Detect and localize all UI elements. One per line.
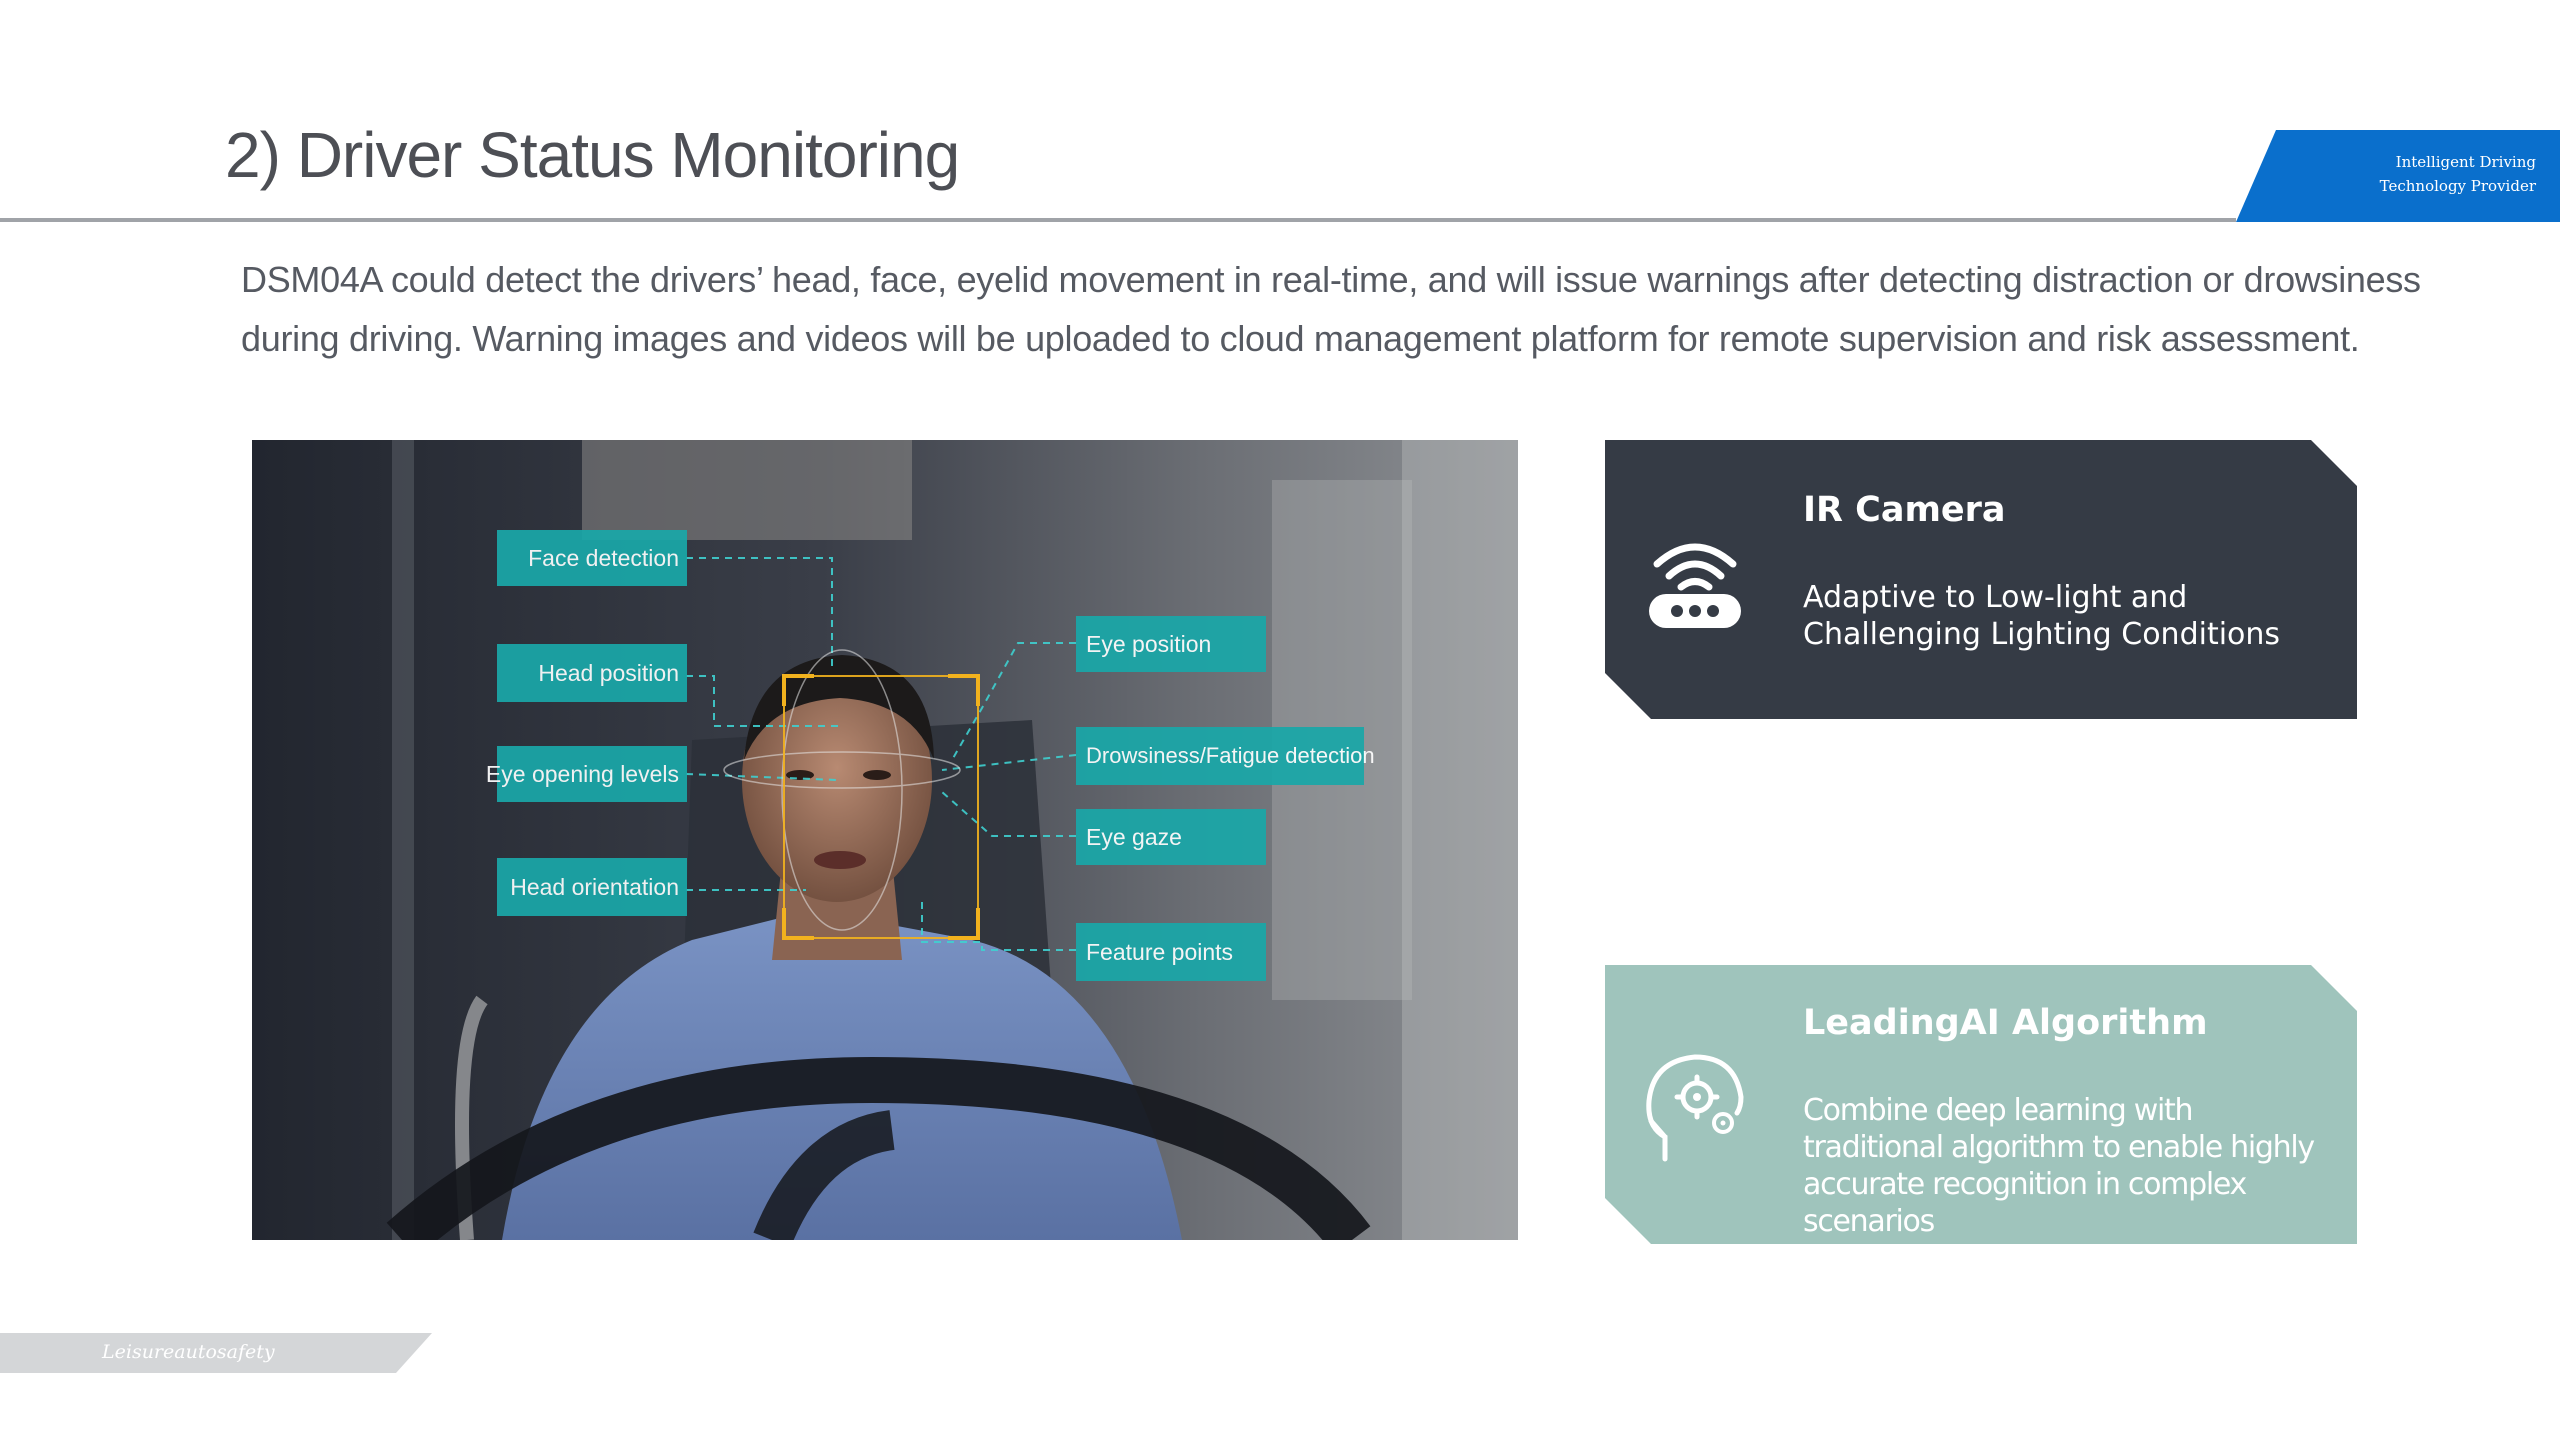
driver-photo-illustration [252,440,1518,1240]
footer-brand-tab: Leisureautosafety [0,1333,432,1373]
wifi-camera-icon [1647,530,1743,634]
tag-head-position: Head position [497,644,687,702]
brand-line-1: Intelligent Driving [2395,153,2536,171]
page-title: 2) Driver Status Monitoring [225,119,960,191]
ai-algorithm-card: LeadingAI Algorithm Combine deep learnin… [1605,965,2357,1244]
tag-feature-points: Feature points [1076,923,1266,981]
head-gears-icon [1643,1051,1747,1167]
tag-head-orientation: Head orientation [497,858,687,916]
tag-eye-position: Eye position [1076,616,1266,672]
header-divider [0,218,2236,222]
intro-paragraph: DSM04A could detect the drivers’ head, f… [241,259,2421,359]
footer-brand: Leisureautosafety [102,1341,275,1363]
brand-tab: Intelligent Driving Technology Provider [2236,130,2560,222]
tag-drowsiness-fatigue-detection: Drowsiness/Fatigue detection [1076,727,1375,785]
ir-camera-card: IR Camera Adaptive to Low-light and Chal… [1605,440,2357,719]
ir-camera-description: Adaptive to Low-light and Challenging Li… [1803,580,2281,652]
tag-eye-gaze: Eye gaze [1076,809,1266,865]
brand-tagline: Intelligent Driving Technology Provider [2380,150,2536,198]
tag-face-detection: Face detection [497,530,687,586]
brand-line-2: Technology Provider [2379,177,2536,195]
ai-algorithm-title: LeadingAI Algorithm [1803,1003,2208,1043]
ai-algorithm-description: Combine deep learning with traditional a… [1803,1093,2315,1239]
ir-camera-title: IR Camera [1803,490,2006,530]
tag-eye-opening-levels: Eye opening levels [486,746,687,802]
driver-monitoring-photo: Face detection Head position Eye opening… [252,440,1518,1240]
